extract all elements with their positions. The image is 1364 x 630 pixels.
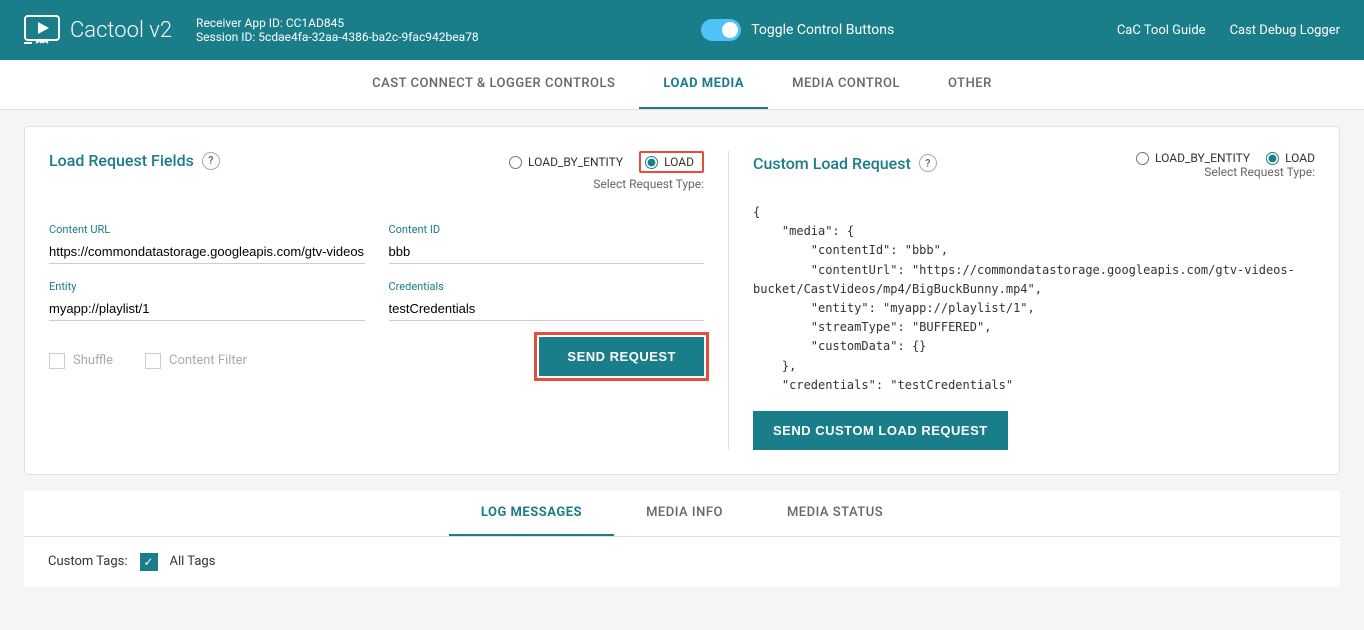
all-tags-label: All Tags xyxy=(170,554,216,569)
cast-debug-logger-link[interactable]: Cast Debug Logger xyxy=(1230,23,1340,38)
checkboxes-row: Shuffle Content Filter xyxy=(49,353,247,369)
cac-tool-guide-link[interactable]: CaC Tool Guide xyxy=(1117,23,1206,38)
tab-cast-connect[interactable]: CAST CONNECT & LOGGER CONTROLS xyxy=(348,60,639,109)
credentials-field: Credentials xyxy=(389,280,705,321)
radio-load-by-entity[interactable] xyxy=(509,156,522,169)
content-filter-checkbox-label[interactable]: Content Filter xyxy=(145,353,247,369)
header-links: CaC Tool Guide Cast Debug Logger xyxy=(1117,23,1340,38)
custom-radio-load[interactable] xyxy=(1266,152,1279,165)
json-display: { "media": { "contentId": "bbb", "conten… xyxy=(753,203,1315,395)
tab-media-info[interactable]: MEDIA INFO xyxy=(614,491,755,536)
custom-load-header: Custom Load Request ? LOAD_BY_ENTITY LOA… xyxy=(753,151,1315,195)
tab-log-messages[interactable]: LOG MESSAGES xyxy=(449,491,614,536)
radio-load[interactable] xyxy=(645,156,658,169)
custom-load-help-icon[interactable]: ? xyxy=(919,154,937,172)
credentials-input[interactable] xyxy=(389,297,705,321)
custom-tags-label: Custom Tags: xyxy=(48,554,128,569)
content-filter-checkbox[interactable] xyxy=(145,353,161,369)
tab-media-status[interactable]: MEDIA STATUS xyxy=(755,491,915,536)
content-id-label: Content ID xyxy=(389,223,705,236)
credentials-label: Credentials xyxy=(389,280,705,293)
all-tags-checkbox[interactable]: ✓ xyxy=(140,553,158,571)
content-filter-label: Content Filter xyxy=(169,353,247,368)
main-nav: CAST CONNECT & LOGGER CONTROLS LOAD MEDI… xyxy=(0,60,1364,110)
toggle-switch[interactable] xyxy=(701,19,741,41)
load-request-radio-group: LOAD_BY_ENTITY LOAD xyxy=(509,151,704,173)
app-header: Cactool v2 Receiver App ID: CC1AD845 Ses… xyxy=(0,0,1364,60)
entity-credentials-row: Entity Credentials xyxy=(49,280,704,321)
tab-media-control[interactable]: MEDIA CONTROL xyxy=(768,60,924,109)
content-id-field: Content ID xyxy=(389,223,705,264)
content-id-input[interactable] xyxy=(389,240,705,264)
custom-tags-bar: Custom Tags: ✓ All Tags xyxy=(24,537,1340,587)
tab-load-media[interactable]: LOAD MEDIA xyxy=(639,60,768,109)
load-request-title: Load Request Fields ? xyxy=(49,151,220,170)
content-url-label: Content URL xyxy=(49,223,365,236)
custom-load-radio-group: LOAD_BY_ENTITY LOAD xyxy=(1136,151,1315,165)
receiver-app-id: Receiver App ID: CC1AD845 xyxy=(196,16,479,30)
custom-radio-load-by-entity[interactable] xyxy=(1136,152,1149,165)
entity-input[interactable] xyxy=(49,297,365,321)
toggle-label: Toggle Control Buttons xyxy=(751,22,894,38)
logo-text: Cactool v2 xyxy=(70,18,172,43)
load-request-help-icon[interactable]: ? xyxy=(202,152,220,170)
custom-radio-load-by-entity-label[interactable]: LOAD_BY_ENTITY xyxy=(1136,151,1250,165)
content-url-row: Content URL Content ID xyxy=(49,223,704,264)
custom-radio-load-label[interactable]: LOAD xyxy=(1266,151,1315,165)
entity-field: Entity xyxy=(49,280,365,321)
custom-load-title: Custom Load Request ? xyxy=(753,154,937,173)
shuffle-checkbox-label[interactable]: Shuffle xyxy=(49,353,113,369)
radio-load-by-entity-label[interactable]: LOAD_BY_ENTITY xyxy=(509,155,623,169)
content-url-input[interactable] xyxy=(49,240,365,264)
custom-load-panel: Custom Load Request ? LOAD_BY_ENTITY LOA… xyxy=(729,151,1315,450)
logo-icon xyxy=(24,15,60,45)
load-request-panel: Load Request Fields ? LOAD_BY_ENTITY LOA… xyxy=(49,151,729,450)
entity-label: Entity xyxy=(49,280,365,293)
send-request-button[interactable]: SEND REQUEST xyxy=(539,337,704,376)
tab-other[interactable]: OTHER xyxy=(924,60,1016,109)
load-media-card: Load Request Fields ? LOAD_BY_ENTITY LOA… xyxy=(24,126,1340,475)
toggle-area: Toggle Control Buttons xyxy=(701,19,894,41)
content-url-field: Content URL xyxy=(49,223,365,264)
radio-load-label[interactable]: LOAD xyxy=(639,151,704,173)
main-content: Load Request Fields ? LOAD_BY_ENTITY LOA… xyxy=(0,110,1364,603)
shuffle-checkbox[interactable] xyxy=(49,353,65,369)
send-custom-load-request-button[interactable]: SEND CUSTOM LOAD REQUEST xyxy=(753,411,1008,450)
app-info: Receiver App ID: CC1AD845 Session ID: 5c… xyxy=(196,16,479,44)
bottom-nav: LOG MESSAGES MEDIA INFO MEDIA STATUS xyxy=(24,491,1340,537)
select-request-type-label: Select Request Type: xyxy=(509,177,704,191)
logo: Cactool v2 xyxy=(24,15,172,45)
custom-select-request-type-label: Select Request Type: xyxy=(1136,165,1315,179)
shuffle-label: Shuffle xyxy=(73,353,113,368)
session-id: Session ID: 5cdae4fa-32aa-4386-ba2c-9fac… xyxy=(196,30,479,44)
